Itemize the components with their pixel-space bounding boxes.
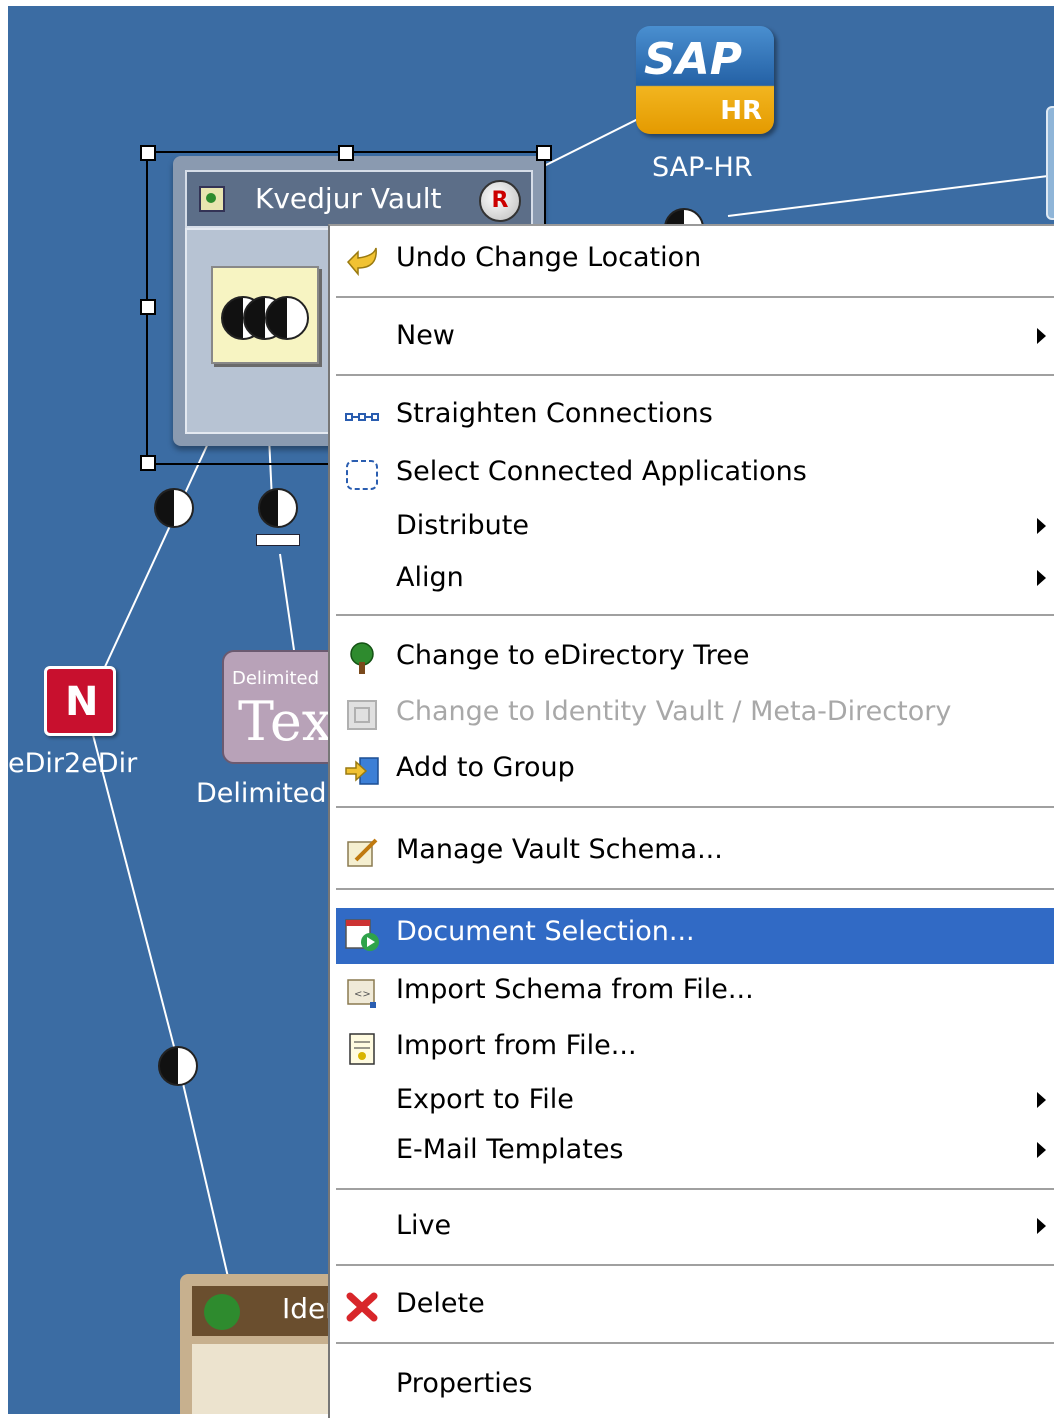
tree-icon	[204, 1294, 240, 1330]
edir2edir-label: eDir2eDir	[8, 748, 138, 779]
menu-item-undo-change-location[interactable]: Undo Change Location	[336, 234, 1054, 286]
tree-icon	[350, 642, 374, 674]
import-file-icon	[349, 1033, 375, 1065]
menu-separator	[336, 374, 1054, 377]
resize-handle-nw[interactable]	[140, 145, 156, 161]
yin-yang-connector-icon[interactable]	[158, 1046, 198, 1086]
submenu-arrow-icon	[1037, 328, 1046, 344]
delimited-icon-big-text: Tex	[238, 690, 333, 753]
resize-handle-ne[interactable]	[536, 145, 552, 161]
menu-item-manage-vault-schema[interactable]: Manage Vault Schema...	[336, 826, 1054, 878]
menu-item-straighten-connections[interactable]: Straighten Connections	[336, 390, 1054, 442]
resize-handle-sw[interactable]	[140, 455, 156, 471]
menu-item-email-templates[interactable]: E-Mail Templates	[336, 1126, 1054, 1178]
context-menu: Undo Change Location New Straighten Conn…	[328, 224, 1054, 1418]
resize-handle-w[interactable]	[140, 299, 156, 315]
submenu-arrow-icon	[1037, 1092, 1046, 1108]
identity-vault-node[interactable]: Ider	[180, 1274, 350, 1414]
delete-x-icon	[346, 1292, 378, 1322]
sap-logo-subtext: HR	[720, 96, 762, 126]
document-play-icon	[345, 919, 379, 951]
menu-item-live[interactable]: Live	[336, 1202, 1054, 1254]
menu-item-change-to-identity-vault[interactable]: Change to Identity Vault / Meta-Director…	[336, 688, 1054, 740]
sap-logo-text: SAP	[644, 34, 742, 85]
menu-item-import-schema-from-file[interactable]: <> Import Schema from File...	[336, 966, 1054, 1018]
menu-item-delete[interactable]: Delete	[336, 1280, 1054, 1332]
menu-item-add-to-group[interactable]: Add to Group	[336, 744, 1054, 796]
edir2edir-node-icon[interactable]: N	[44, 666, 116, 736]
menu-item-select-connected-applications[interactable]: Select Connected Applications	[336, 448, 1054, 500]
menu-separator	[336, 888, 1054, 891]
menu-separator	[336, 1342, 1054, 1345]
menu-item-properties[interactable]: Properties	[336, 1360, 1054, 1412]
sap-hr-label: SAP-HR	[652, 152, 753, 183]
yin-yang-connector-icon[interactable]	[258, 488, 298, 528]
menu-separator	[336, 1188, 1054, 1191]
menu-item-distribute[interactable]: Distribute	[336, 502, 1054, 554]
menu-item-align[interactable]: Align	[336, 554, 1054, 606]
submenu-arrow-icon	[1037, 1218, 1046, 1234]
import-schema-icon: <>	[347, 979, 376, 1008]
partial-node-icon[interactable]	[1046, 106, 1054, 220]
delimited-label: Delimited	[196, 778, 327, 809]
menu-item-new[interactable]: New	[336, 312, 1054, 364]
add-group-icon	[345, 757, 379, 785]
menu-item-import-from-file[interactable]: Import from File...	[336, 1022, 1054, 1074]
menu-item-document-selection[interactable]: Document Selection...	[336, 908, 1054, 964]
resize-handle-n[interactable]	[338, 145, 354, 161]
identity-node-titlebar: Ider	[192, 1286, 350, 1336]
submenu-arrow-icon	[1037, 570, 1046, 586]
schema-scroll-icon	[347, 838, 378, 867]
sap-hr-node-icon[interactable]: SAP HR	[636, 26, 774, 134]
undo-arrow-icon	[346, 247, 377, 277]
svg-text:<>: <>	[354, 989, 371, 1000]
driver-filter-icon	[256, 534, 300, 546]
menu-separator	[336, 1264, 1054, 1267]
menu-separator	[336, 806, 1054, 809]
delimited-icon-small-text: Delimited	[232, 668, 320, 689]
menu-item-change-to-edirectory-tree[interactable]: Change to eDirectory Tree	[336, 632, 1054, 684]
dashed-selection-icon	[346, 460, 378, 490]
vault-icon	[347, 700, 377, 730]
submenu-arrow-icon	[1037, 1142, 1046, 1158]
menu-separator	[336, 296, 1054, 299]
connections-icon	[345, 413, 379, 421]
yin-yang-connector-icon[interactable]	[154, 488, 194, 528]
menu-item-export-to-file[interactable]: Export to File	[336, 1076, 1054, 1128]
identity-node-body	[192, 1344, 350, 1414]
submenu-arrow-icon	[1037, 518, 1046, 534]
menu-separator	[336, 614, 1054, 617]
